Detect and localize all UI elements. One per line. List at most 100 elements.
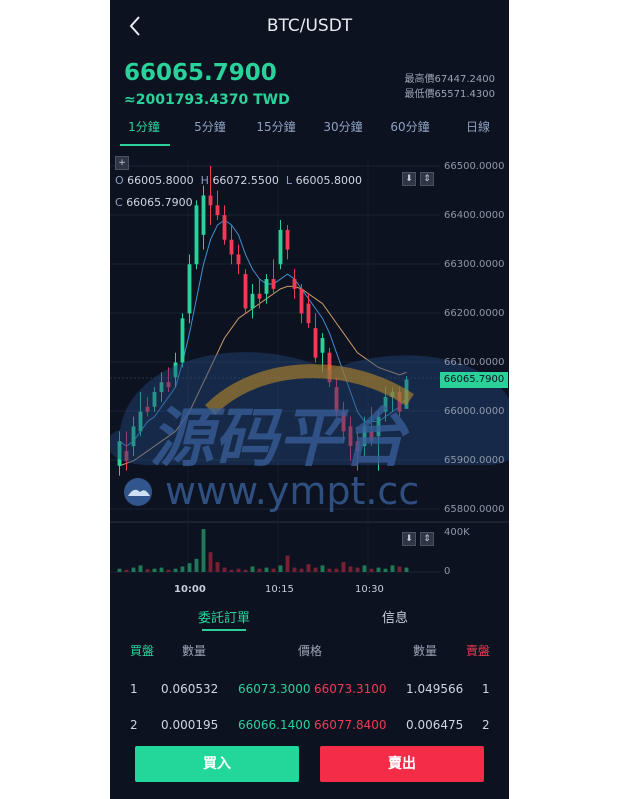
candle-body	[257, 293, 262, 299]
volume-bar	[145, 569, 150, 572]
tab-info[interactable]: 信息	[382, 607, 408, 626]
candle-body	[334, 387, 339, 412]
candle-body	[173, 362, 178, 378]
candle-body	[229, 239, 234, 255]
volume-bar	[229, 569, 234, 572]
candle-body	[201, 195, 206, 235]
twd-price: ≈2001793.4370 TWD	[124, 92, 290, 108]
candle-body	[131, 426, 136, 447]
expand-icon[interactable]: +	[115, 156, 129, 170]
volume-bar	[355, 567, 360, 572]
price-tick: 66100.0000	[444, 357, 505, 368]
candle-body	[341, 411, 346, 432]
candle-body	[355, 441, 360, 452]
volume-bar	[152, 568, 157, 572]
candle-body	[285, 229, 290, 250]
volume-bar	[264, 567, 269, 572]
volume-bar	[159, 567, 164, 572]
tab-60min[interactable]: 60分鐘	[380, 118, 440, 135]
volume-bar	[397, 566, 402, 572]
volume-bar	[348, 566, 353, 572]
candle-body	[243, 274, 248, 309]
vol-sort-updown-icon[interactable]: ⇕	[420, 532, 434, 546]
candle-body	[390, 392, 395, 397]
candle-body	[194, 205, 199, 265]
volume-bar	[320, 565, 325, 572]
volume-bar	[390, 565, 395, 572]
qty-header-left: 數量	[182, 644, 207, 658]
volume-tick: 0	[444, 566, 451, 577]
volume-bar	[334, 568, 339, 572]
sell-header: 賣盤	[466, 644, 491, 658]
candle-body	[250, 293, 255, 309]
order-tabs: 委託訂單 信息	[110, 607, 509, 631]
candle-body	[215, 205, 220, 216]
price-tick: 66300.0000	[444, 259, 505, 270]
candle-body	[376, 416, 381, 437]
tab-orders[interactable]: 委託訂單	[198, 607, 250, 626]
vol-sort-down-icon[interactable]: ⬇	[402, 532, 416, 546]
volume-bar	[341, 562, 346, 572]
candle-body	[264, 279, 269, 294]
candle-body	[236, 254, 241, 265]
tab-30min[interactable]: 30分鐘	[313, 118, 373, 135]
sort-down-icon[interactable]: ⬇	[402, 172, 416, 186]
time-tick: 10:00	[174, 584, 206, 595]
price-tick: 65900.0000	[444, 455, 505, 466]
buy-header: 買盤	[130, 644, 155, 658]
buy-button[interactable]: 買入	[135, 746, 299, 782]
volume-bar	[299, 568, 304, 572]
volume-bar	[243, 569, 248, 572]
high-price: 最高價67447.2400	[404, 74, 495, 85]
ma-line-fast	[119, 219, 407, 447]
sell-button[interactable]: 賣出	[320, 746, 484, 782]
last-price: 66065.7900	[124, 60, 277, 86]
candle-body	[222, 215, 227, 240]
candle-body	[278, 229, 283, 265]
qty-header-right: 數量	[413, 644, 438, 658]
sort-updown-icon[interactable]: ⇕	[420, 172, 434, 186]
time-tick: 10:30	[355, 584, 384, 595]
candle-body	[152, 392, 157, 407]
volume-bar	[362, 565, 367, 572]
price-header: 價格	[298, 644, 323, 658]
header: BTC/USDT	[110, 0, 509, 54]
volume-bar	[292, 567, 297, 572]
interval-tabs: 1分鐘 5分鐘 15分鐘 30分鐘 60分鐘 日線	[110, 118, 509, 148]
tab-daily[interactable]: 日線	[448, 118, 508, 135]
volume-bar	[313, 567, 318, 572]
price-tick: 66200.0000	[444, 308, 505, 319]
volume-bar	[166, 569, 171, 572]
volume-bar	[138, 565, 143, 572]
candle-body	[166, 382, 171, 388]
volume-bar	[236, 568, 241, 572]
low-price: 最低價65571.4300	[404, 89, 495, 100]
active-subtab-underline	[202, 629, 246, 631]
page-title: BTC/USDT	[266, 16, 353, 36]
time-tick: 10:15	[265, 584, 294, 595]
candle-body	[404, 379, 409, 409]
price-tick: 65800.0000	[444, 504, 505, 515]
candle-body	[397, 392, 402, 412]
tab-5min[interactable]: 5分鐘	[180, 118, 240, 135]
ohlc-row-1: O 66005.8000 H 66072.5500 L 66005.8000	[115, 174, 363, 187]
candle-body	[208, 195, 213, 206]
volume-bar	[208, 552, 213, 572]
volume-bar	[327, 568, 332, 572]
candle-body	[138, 411, 143, 432]
volume-bar	[285, 555, 290, 572]
trading-screen: BTC/USDT 66065.7900 ≈2001793.4370 TWD 最高…	[110, 0, 509, 799]
candle-body	[362, 426, 367, 447]
volume-bar	[222, 567, 227, 572]
active-tab-underline	[120, 144, 170, 146]
volume-bar	[257, 568, 262, 572]
candle-body	[348, 426, 353, 447]
price-tick: 66000.0000	[444, 406, 505, 417]
volume-bar	[376, 567, 381, 572]
tab-15min[interactable]: 15分鐘	[246, 118, 306, 135]
candle-body	[117, 441, 122, 466]
price-tick: 66400.0000	[444, 210, 505, 221]
tab-1min[interactable]: 1分鐘	[114, 118, 174, 135]
volume-bar	[278, 565, 283, 572]
volume-bar	[201, 529, 206, 572]
